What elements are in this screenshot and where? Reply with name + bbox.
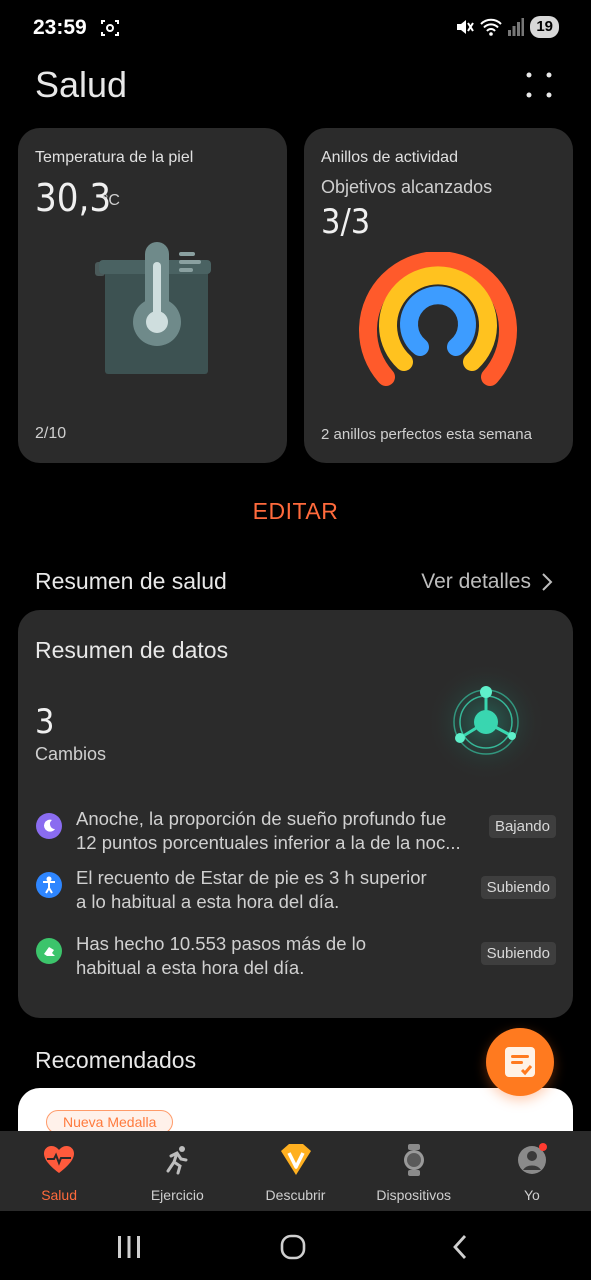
wifi-icon — [480, 18, 503, 36]
nav-label: Yo — [523, 1187, 540, 1203]
view-details-label: Ver detalles — [421, 570, 531, 593]
person-standing-icon — [36, 872, 62, 898]
notes-fab-button[interactable] — [486, 1028, 554, 1096]
activity-rings-title: Anillos de actividad — [321, 149, 458, 166]
steps-icon — [36, 938, 62, 964]
insight-item-sleep[interactable]: Anoche, la proporción de sueño profundo … — [36, 807, 556, 855]
insight-line-2: 12 puntos porcentuales inferior a la de … — [76, 832, 461, 853]
watch-icon — [397, 1143, 431, 1177]
insight-text: El recuento de Estar de pie es 3 h super… — [76, 866, 461, 914]
trend-badge-up: Subiendo — [480, 942, 556, 965]
running-icon — [160, 1143, 194, 1177]
chevron-right-icon — [542, 573, 553, 591]
nav-item-ejercicio[interactable]: Ejercicio — [118, 1131, 236, 1211]
discover-icon — [279, 1143, 313, 1177]
nav-item-descubrir[interactable]: Descubrir — [236, 1131, 354, 1211]
back-icon[interactable] — [446, 1233, 476, 1261]
skin-temperature-card[interactable]: Temperatura de la piel 30,3 °C 2/10 — [18, 128, 287, 463]
notification-dot — [538, 1143, 547, 1151]
page-title: Salud — [35, 64, 128, 105]
data-network-icon — [426, 662, 546, 782]
activity-rings-card[interactable]: Anillos de actividad Objetivos alcanzado… — [304, 128, 573, 463]
bottom-navigation: Salud Ejercicio Descubrir Dispositivos Y… — [0, 1131, 591, 1211]
insight-item-steps[interactable]: Has hecho 10.553 pasos más de lo habitua… — [36, 932, 556, 980]
battery-indicator: 19 — [530, 16, 559, 38]
insight-text: Has hecho 10.553 pasos más de lo habitua… — [76, 932, 461, 980]
insight-line-1: El recuento de Estar de pie es 3 h super… — [76, 867, 427, 888]
data-summary-title: Resumen de datos — [35, 637, 229, 663]
system-navigation-bar — [0, 1211, 591, 1280]
status-time: 23:59 — [33, 16, 87, 39]
screen-recorder-icon — [101, 20, 119, 36]
view-details-link[interactable]: Ver detalles — [421, 570, 553, 594]
edit-button[interactable]: EDITAR — [0, 498, 591, 525]
thermometer-icon — [95, 242, 211, 374]
trend-badge-up: Subiendo — [480, 876, 556, 899]
insight-line-2: habitual a esta hora del día. — [76, 957, 305, 978]
more-options-icon[interactable] — [524, 70, 554, 100]
nav-label: Ejercicio — [150, 1187, 204, 1203]
insight-item-standing[interactable]: El recuento de Estar de pie es 3 h super… — [36, 866, 556, 914]
heart-icon — [42, 1143, 76, 1177]
skin-temperature-title: Temperatura de la piel — [35, 149, 194, 166]
status-bar: 23:59 19 — [0, 0, 591, 56]
skin-temperature-value: 30,3 — [35, 176, 112, 220]
profile-icon — [515, 1143, 549, 1177]
nav-item-yo[interactable]: Yo — [473, 1131, 591, 1211]
trend-badge-down: Bajando — [488, 815, 556, 838]
moon-icon — [36, 813, 62, 839]
data-summary-card[interactable]: Resumen de datos 3 Cambios Anoche, la pr… — [18, 610, 573, 1018]
signal-icon — [508, 18, 525, 36]
skin-temperature-footer: 2/10 — [35, 425, 67, 442]
nav-label: Dispositivos — [376, 1187, 452, 1203]
changes-count: 3 — [35, 702, 55, 742]
insight-line-1: Has hecho 10.553 pasos más de lo — [76, 933, 367, 954]
activity-rings-subtitle: Objetivos alcanzados — [321, 177, 493, 197]
activity-rings-count: 3/3 — [321, 202, 371, 242]
recommended-section-title: Recomendados — [35, 1047, 197, 1073]
nav-item-dispositivos[interactable]: Dispositivos — [355, 1131, 473, 1211]
insight-text: Anoche, la proporción de sueño profundo … — [76, 807, 461, 855]
skin-temperature-unit: °C — [102, 192, 120, 209]
health-summary-section-title: Resumen de salud — [35, 568, 227, 594]
nav-label: Descubrir — [265, 1187, 326, 1203]
ring-inner — [400, 286, 476, 356]
mute-icon — [457, 20, 475, 34]
home-icon[interactable] — [278, 1233, 308, 1261]
insight-line-2: a lo habitual a esta hora del día. — [76, 891, 340, 912]
recent-apps-icon[interactable] — [114, 1233, 144, 1261]
activity-rings-footer: 2 anillos perfectos esta semana — [321, 426, 532, 443]
activity-rings-graphic — [359, 252, 517, 386]
changes-label: Cambios — [35, 744, 107, 764]
nav-item-salud[interactable]: Salud — [0, 1131, 118, 1211]
nav-label: Salud — [41, 1187, 77, 1203]
checklist-icon — [505, 1047, 535, 1077]
insight-line-1: Anoche, la proporción de sueño profundo … — [76, 808, 447, 829]
